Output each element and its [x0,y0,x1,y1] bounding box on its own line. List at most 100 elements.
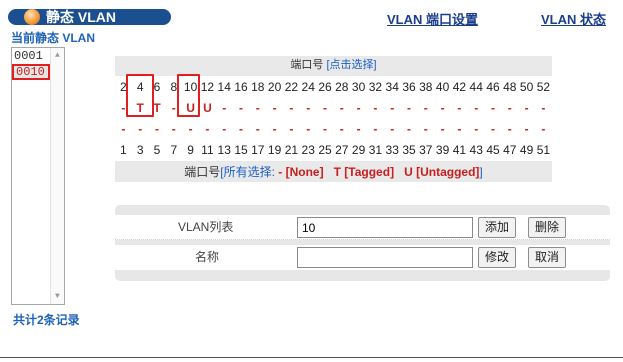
port-number-cell: 36 [402,80,416,94]
delete-button[interactable]: 删除 [528,217,567,238]
port-mark-cell[interactable]: - [434,118,451,140]
vlan-status-link[interactable]: VLAN 状态 [541,9,606,28]
port-mark-cell[interactable]: - [401,118,418,140]
port-mark-cell[interactable]: - [333,97,350,119]
port-number-cell: 43 [469,143,483,157]
port-mark-cell[interactable]: - [333,118,350,140]
port-number-cell: 31 [368,143,383,157]
port-mark-cell[interactable]: - [266,118,283,140]
port-number-cell: 32 [368,80,383,94]
port-mark-cell[interactable]: - [384,118,401,140]
port-number-cell: 14 [217,80,231,94]
port-mark-cell[interactable]: - [115,118,132,140]
port-mark-cell[interactable]: - [417,97,434,119]
vlan-port-settings-link[interactable]: VLAN 端口设置 [387,9,478,28]
port-mark-cell[interactable]: - [468,97,485,119]
port-mark-cell[interactable]: - [535,97,552,119]
listbox-scrollbar[interactable]: ▲ ▼ [50,48,64,304]
vlan-listbox[interactable]: 0001 0010 ▲ ▼ [11,47,65,305]
port-mark-cell[interactable]: - [165,118,182,140]
port-mark-cell[interactable]: - [317,118,334,140]
port-number-cell: 17 [251,143,265,157]
port-mark-cell[interactable]: - [367,97,384,119]
port-mark-cell[interactable]: - [350,97,367,119]
port-mark-cell[interactable]: - [401,97,418,119]
port-mark-cell[interactable]: - [535,118,552,140]
port-mark-cell[interactable]: - [501,118,518,140]
port-number-cell: 1 [120,143,127,157]
port-mark-cell[interactable]: - [485,118,502,140]
odd-port-numbers-row: 1 3 5 7 9 11 13 15 17 19 21 23 25 27 29 31 33 35 37 39 41 43 4… [115,139,552,161]
port-mark-cell[interactable]: - [216,118,233,140]
port-mark-cell[interactable]: - [149,118,166,140]
port-number-cell: 47 [503,143,517,157]
port-number-cell: 41 [452,143,467,157]
option-tagged[interactable]: T [Tagged] [334,165,394,179]
port-mark-cell[interactable]: - [451,118,468,140]
port-mark-cell[interactable]: - [249,118,266,140]
port-mark-cell[interactable]: - [468,118,485,140]
port-footer: 端口号[所有选择: - [None] T [Tagged] U [Untagge… [115,162,552,182]
port-mark-cell[interactable]: - [518,118,535,140]
port-number-cell: 35 [402,143,416,157]
record-count: 共计2条记录 [13,313,80,327]
scroll-up-icon[interactable]: ▲ [55,51,60,60]
port-number-cell: 48 [503,80,517,94]
port-number-cell: 39 [435,143,450,157]
port-number-cell: 7 [170,143,178,157]
port-mark-cell[interactable]: - [300,118,317,140]
port-mark-cell[interactable]: - [451,97,468,119]
port-number-cell: 5 [153,143,161,157]
port-number-cell: 26 [318,80,332,94]
port-mark-cell[interactable]: - [417,118,434,140]
cancel-button[interactable]: 取消 [528,247,567,268]
vlan-list-input[interactable] [297,217,473,238]
vlan-list-item-selected[interactable]: 0010 [12,64,50,80]
port-mark-cell[interactable]: - [249,97,266,119]
port-mark-cell[interactable]: - [266,97,283,119]
bottom-divider [0,357,623,358]
port-mark-cell[interactable]: - [350,118,367,140]
port-number-cell: 11 [201,143,214,157]
port-mark-cell[interactable]: - [367,118,384,140]
port-number-cell: 13 [217,143,231,157]
port-number-cell: 9 [187,143,194,157]
port-number-cell: 3 [136,143,144,157]
port-number-cell: 42 [452,80,467,94]
port-footer-label: 端口号 [184,165,221,179]
port-mark-cell[interactable]: - [300,97,317,119]
port-mark-cell[interactable]: - [485,97,502,119]
option-untagged[interactable]: U [Untagged] [404,165,479,179]
modify-button[interactable]: 修改 [478,247,517,268]
name-input[interactable] [297,247,473,268]
port-mark-cell[interactable]: - [283,118,300,140]
port-mark-cell[interactable]: - [518,97,535,119]
vlan-list-item[interactable]: 0001 [12,48,50,64]
name-row: 名称 修改 取消 [115,245,610,270]
orb-icon [24,9,40,25]
port-mark-cell[interactable]: - [283,97,300,119]
port-mark-cell[interactable]: - [317,97,334,119]
port-mark-cell[interactable]: - [233,118,250,140]
add-button[interactable]: 添加 [478,217,517,238]
option-none[interactable]: - [None] [278,165,323,179]
port-mark-cell[interactable]: U [199,97,216,119]
port-mark-cell[interactable]: - [384,97,401,119]
port-mark-cell[interactable]: - [434,97,451,119]
port-mark-cell[interactable]: - [132,118,149,140]
port-number-cell: 19 [267,143,282,157]
port-mark-cell[interactable]: - [233,97,250,119]
select-all-link[interactable]: [所有选择: [220,165,275,179]
port-mark-cell[interactable]: - [216,97,233,119]
scroll-down-icon[interactable]: ▼ [55,292,60,301]
port-number-cell: 46 [486,80,500,94]
port-mark-cell[interactable]: - [199,118,216,140]
current-vlan-label: 当前静态 VLAN [11,31,96,45]
port-mark-cell[interactable]: - [182,118,199,140]
port-number-cell: 21 [284,143,299,157]
port-selection-panel: 端口号 [点击选择] 2 4 6 8 10 12 14 16 18 20 22 24 26 28 30 32 3… [115,56,552,182]
port-heading: 端口号 [点击选择] [115,56,552,74]
port-mark-cell[interactable]: - [501,97,518,119]
odd-port-marks-row: -------------------------- [115,118,552,140]
click-select-link[interactable]: [点击选择] [326,59,376,71]
